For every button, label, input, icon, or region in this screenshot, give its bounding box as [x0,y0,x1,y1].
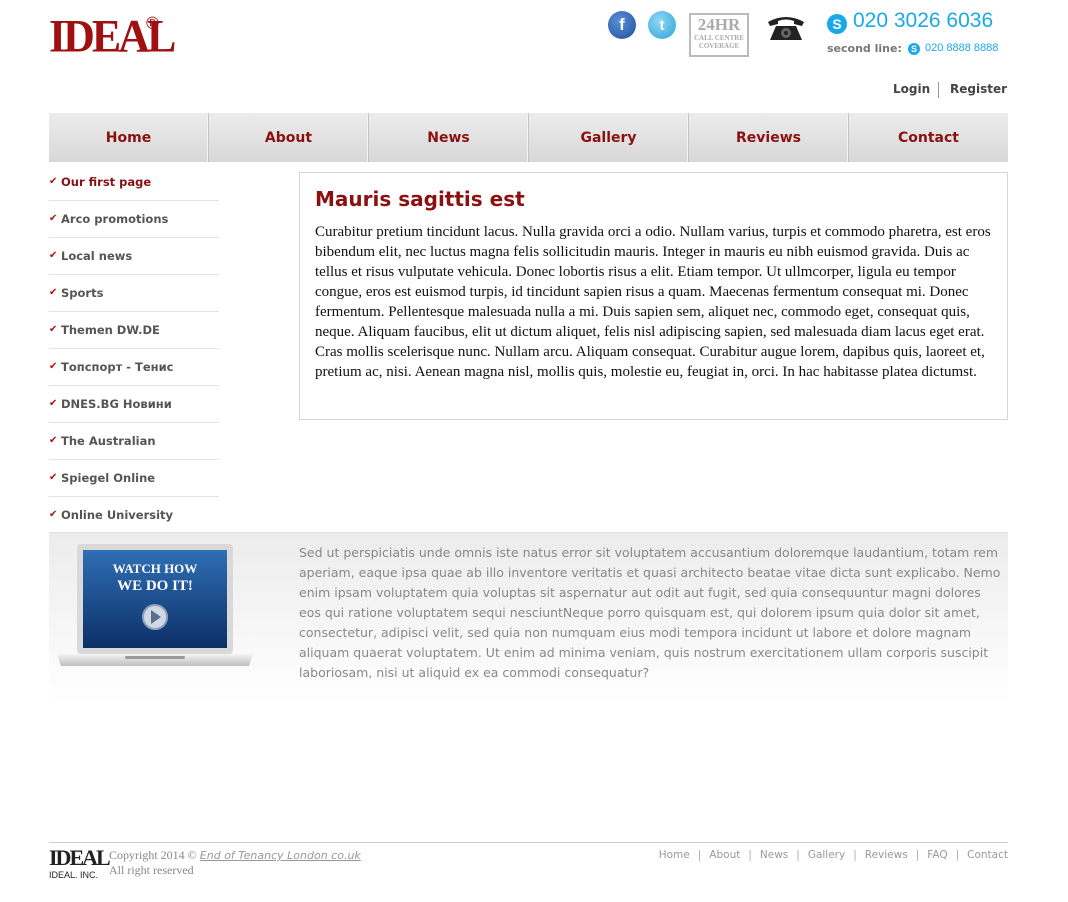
facebook-icon[interactable]: f [608,11,636,39]
watch-video-laptop[interactable]: WATCH HOW WE DO IT! [55,542,255,672]
check-icon: ✔ [49,323,58,335]
sidebar-item-label: Sports [61,286,104,300]
rights-text: All right reserved [109,863,194,877]
main-content-box: Mauris sagittis est Curabitur pretium ti… [299,172,1008,420]
play-icon[interactable] [142,604,168,630]
check-icon: ✔ [49,471,58,483]
footer-link-home[interactable]: Home [659,849,690,861]
second-phone-number[interactable]: 020 8888 8888 [925,42,998,54]
sidebar-item-themen-dw[interactable]: ✔ Themen DW.DE [49,312,219,349]
sidebar-item-label: DNES.BG Новини [61,397,172,411]
sidebar-item-sports[interactable]: ✔ Sports [49,275,219,312]
footer-link-faq[interactable]: FAQ [927,849,947,861]
check-icon: ✔ [49,212,58,224]
nav-contact[interactable]: Contact [849,113,1008,162]
footer-link-news[interactable]: News [760,849,788,861]
footer-divider [49,842,1008,843]
footer-inc-label: IDEAL. INC. [49,870,99,880]
auth-divider [938,82,939,98]
sidebar-item-label: The Australian [61,434,156,448]
check-icon: ✔ [49,508,58,520]
site-logo[interactable]: IDEAL ® [49,11,176,64]
sidebar-item-label: Spiegel Online [61,471,156,485]
nav-reviews[interactable]: Reviews [689,113,849,162]
check-icon: ✔ [49,249,58,261]
sidebar-item-label: Arco promotions [61,212,169,226]
nav-about[interactable]: About [209,113,369,162]
main-phone-number[interactable]: 020 3026 6036 [853,9,993,33]
call-centre-badge: 24HR CALL CENTRE COVERAGE [689,13,749,57]
footer-separator: | [748,849,752,861]
check-icon: ✔ [49,434,58,446]
video-title-line1: WATCH HOW [113,561,198,576]
page-title: Mauris sagittis est [315,187,525,211]
footer-nav: Home | About | News | Gallery | Reviews | FAQ… [659,849,1008,861]
sidebar-item-local-news[interactable]: ✔ Local news [49,238,219,275]
second-line-label: second line: [827,42,902,55]
sidebar-item-spiegel-online[interactable]: ✔ Spiegel Online [49,460,219,497]
sidebar-item-online-university[interactable]: ✔ Online University [49,497,219,534]
logo-registered-mark: ® [144,14,161,34]
footer-logo[interactable]: IDEAL IDEAL. INC. [49,845,111,886]
footer-separator: | [796,849,800,861]
sidebar-item-dnes-bg[interactable]: ✔ DNES.BG Новини [49,386,219,423]
badge-24hr: 24HR [697,15,741,34]
video-title-line2: WE DO IT! [117,578,193,594]
check-icon: ✔ [49,175,58,187]
footer-separator: | [955,849,960,861]
sidebar-item-our-first-page[interactable]: ✔ Our first page [49,164,219,201]
footer-separator: | [915,849,920,861]
skype-icon: S [827,14,847,34]
promo-text: Sed ut perspiciatis unde omnis iste natu… [299,545,1001,680]
nav-gallery[interactable]: Gallery [529,113,689,162]
promo-section: WATCH HOW WE DO IT! Sed ut perspiciatis … [49,532,1008,705]
nav-news[interactable]: News [369,113,529,162]
main-body-text: Curabitur pretium tincidunt lacus. Nulla… [315,224,991,380]
sidebar-item-label: Themen DW.DE [61,323,160,337]
sidebar-item-label: Online University [61,508,174,522]
check-icon: ✔ [49,397,58,409]
sidebar: ✔ Our first page ✔ Arco promotions ✔ Local … [49,164,219,534]
copyright-prefix: Copyright 2014 © [109,848,197,862]
sidebar-item-label: Our first page [61,175,152,189]
footer-link-contact[interactable]: Contact [967,849,1008,861]
copyright: Copyright 2014 © End of Tenancy London c… [109,848,361,878]
sidebar-item-arco-promotions[interactable]: ✔ Arco promotions [49,201,219,238]
footer-separator: | [697,849,702,861]
telephone-icon [768,17,804,40]
nav-home[interactable]: Home [49,113,209,162]
sidebar-item-label: Local news [61,249,133,263]
sidebar-item-the-australian[interactable]: ✔ The Australian [49,423,219,460]
footer-link-gallery[interactable]: Gallery [808,849,845,861]
copyright-link[interactable]: End of Tenancy London co.uk [200,849,361,862]
skype-icon: S [908,43,920,55]
check-icon: ✔ [49,360,58,372]
check-icon: ✔ [49,286,58,298]
badge-subtitle: CALL CENTRE COVERAGE [694,34,744,50]
footer-logo-text: IDEAL [49,845,111,870]
footer-link-about[interactable]: About [709,849,740,861]
sidebar-item-topsport[interactable]: ✔ Топспорт - Тенис [49,349,219,386]
footer-link-reviews[interactable]: Reviews [865,849,908,861]
twitter-icon[interactable]: t [648,11,676,39]
login-link[interactable]: Login [893,82,930,96]
register-link[interactable]: Register [950,82,1007,96]
sidebar-item-label: Топспорт - Тенис [61,360,174,374]
main-nav: Home About News Gallery Reviews Contact [49,113,1008,162]
footer-separator: | [853,849,857,861]
